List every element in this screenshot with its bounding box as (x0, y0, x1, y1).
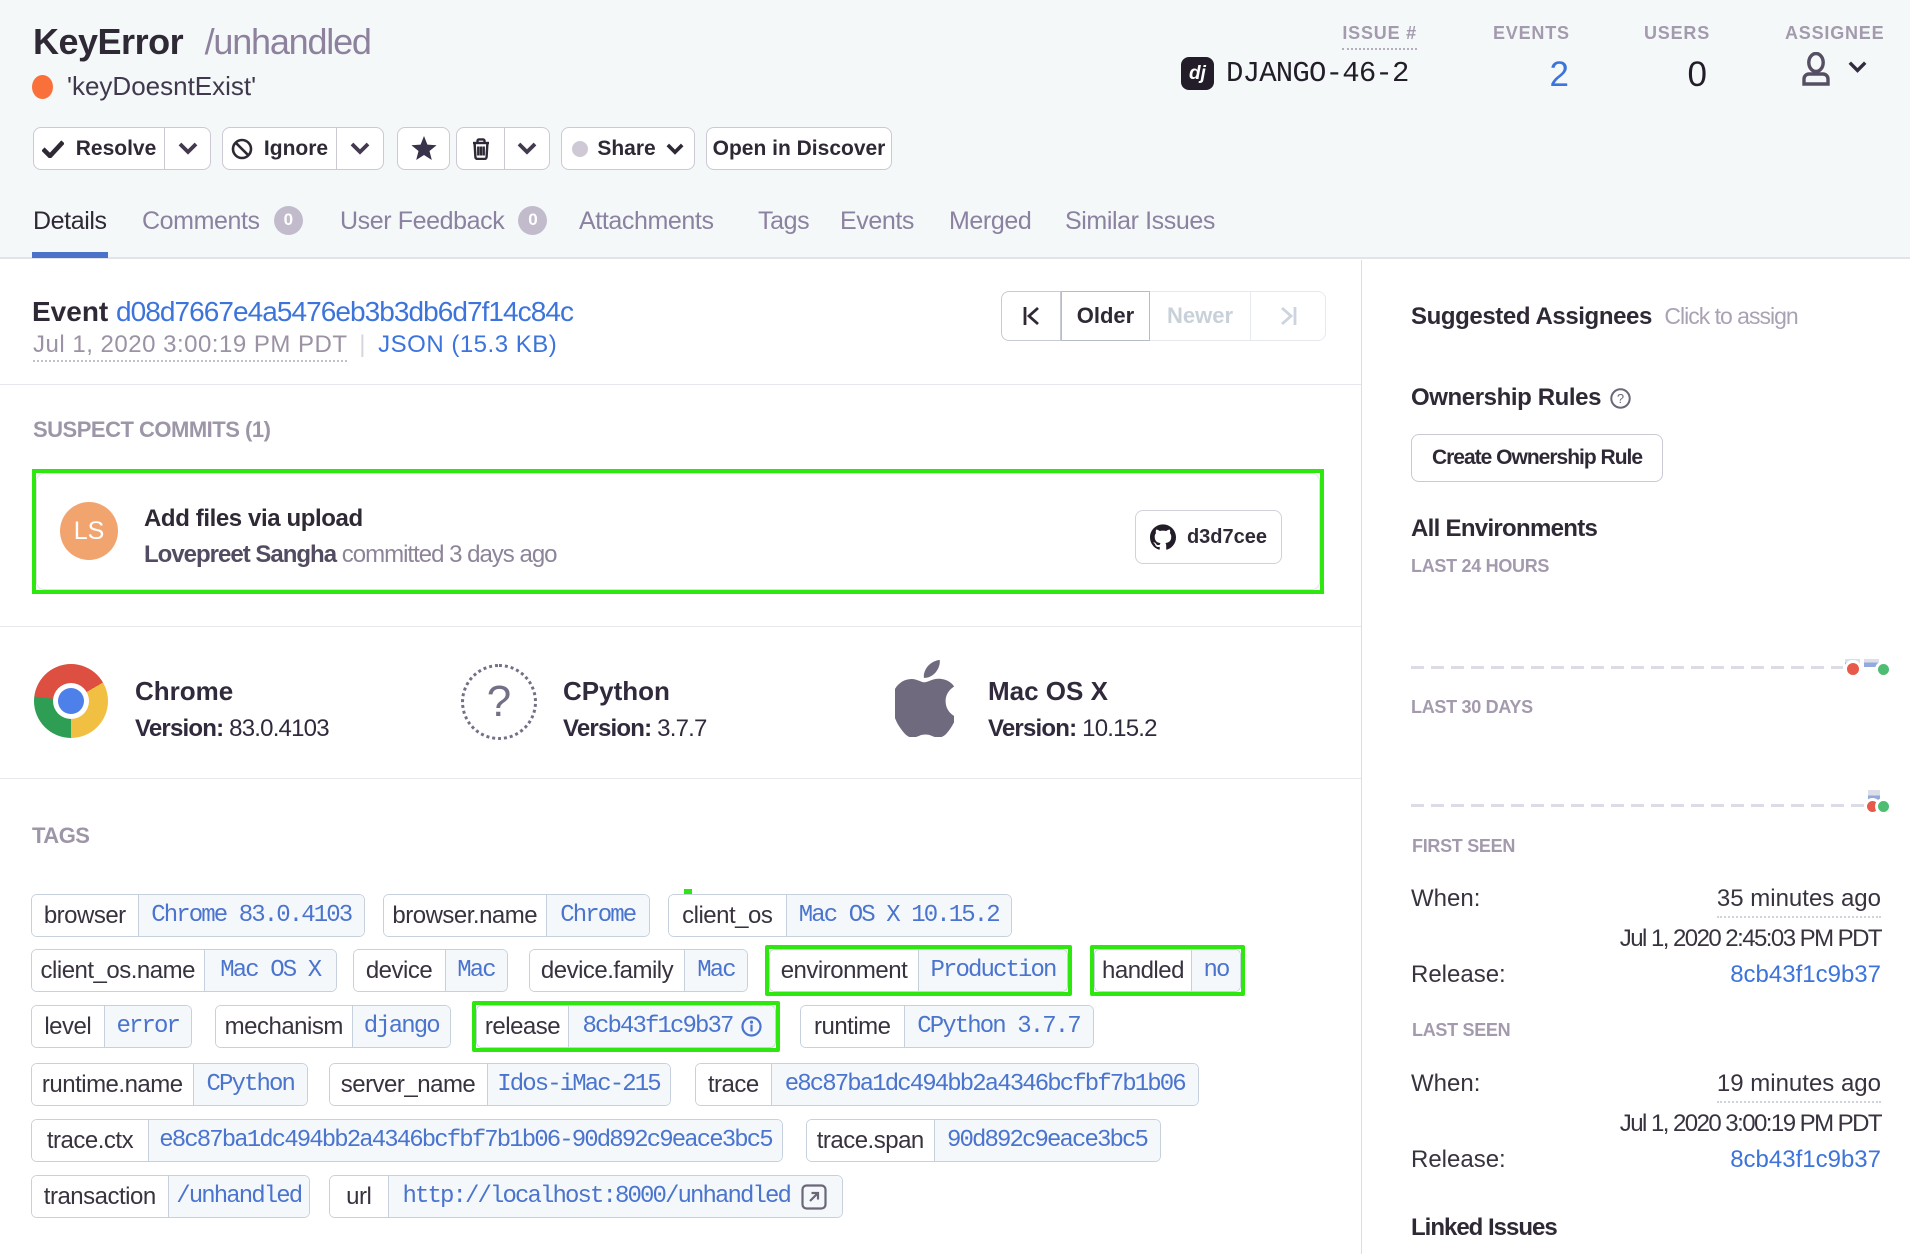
svg-text:?: ? (1617, 391, 1624, 406)
